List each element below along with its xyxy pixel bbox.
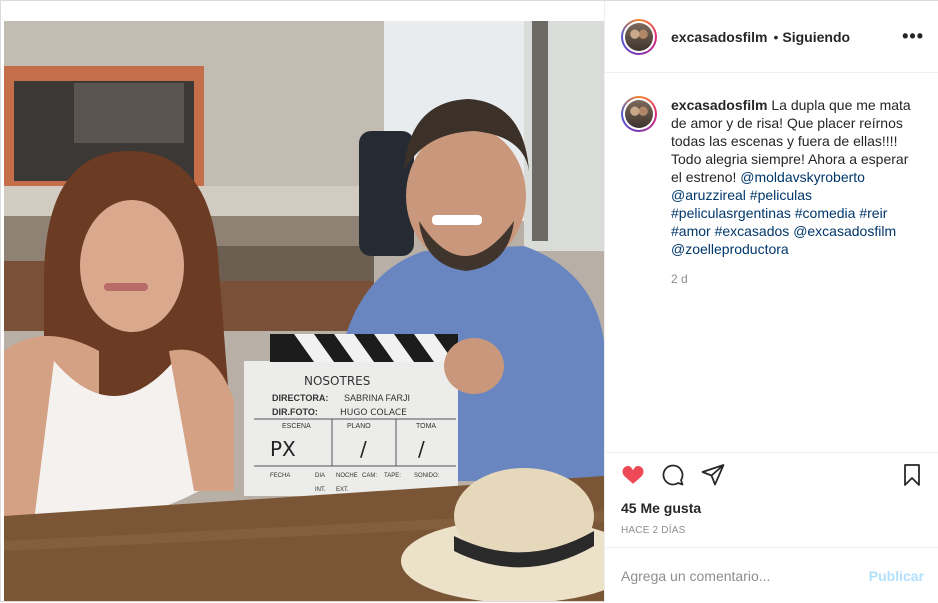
hashtag-comedia[interactable]: #comedia <box>795 205 856 221</box>
hashtag-excasados[interactable]: #excasados <box>715 223 790 239</box>
clapper-dia: DIA <box>315 473 325 479</box>
top-strip <box>1 1 605 21</box>
mention-aruzzireal[interactable]: @aruzzireal <box>671 187 746 203</box>
heart-icon[interactable] <box>621 463 645 487</box>
post-photo[interactable]: NOSOTRES DIRECTORA: SABRINA FARJI DIR.FO… <box>4 21 604 601</box>
posted-time[interactable]: HACE 2 DÍAS <box>621 525 685 536</box>
clapper-title: NOSOTRES <box>304 374 370 388</box>
follow-status-button[interactable]: Siguiendo <box>782 29 850 45</box>
clapper-escena-value: PX <box>270 437 296 461</box>
hashtag-reir[interactable]: #reir <box>859 205 887 221</box>
clapper-dp: HUGO COLACE <box>340 408 407 418</box>
clapper-director-label: DIRECTORA: <box>272 393 328 403</box>
more-options-icon[interactable]: ••• <box>902 27 924 45</box>
clapper-director: SABRINA FARJI <box>344 393 410 403</box>
share-icon[interactable] <box>701 463 725 487</box>
avatar-frame <box>623 20 655 53</box>
caption-age[interactable]: 2 d <box>671 272 924 286</box>
mention-excasadosfilm[interactable]: @excasadosfilm <box>793 223 896 239</box>
clapper-ext: EXT. <box>336 487 349 493</box>
caption-avatar-frame <box>623 98 655 130</box>
comment-icon[interactable] <box>661 463 685 487</box>
comments-area: excasadosfilm La dupla que me mata de am… <box>605 74 938 452</box>
clapper-dp-label: DIR.FOTO: <box>272 407 318 417</box>
clapper-int: INT. <box>315 487 326 493</box>
clapper-col-plano: PLANO <box>347 423 371 430</box>
caption-text: excasadosfilm La dupla que me mata de am… <box>671 96 917 258</box>
photo-illustration: NOSOTRES DIRECTORA: SABRINA FARJI DIR.FO… <box>4 21 604 601</box>
author-username[interactable]: excasadosfilm <box>671 29 768 45</box>
caption-username[interactable]: excasadosfilm <box>671 97 768 113</box>
clapper-tape: TAPE: <box>384 473 401 479</box>
caption-row: excasadosfilm La dupla que me mata de am… <box>621 96 924 258</box>
clapper-cam: CAM: <box>362 473 377 479</box>
post-side-panel: excasadosfilm • Siguiendo ••• excasadosf… <box>604 1 938 603</box>
author-avatar[interactable] <box>621 18 657 55</box>
clapper-fecha: FECHA <box>270 473 290 479</box>
caption-avatar-image <box>625 100 653 128</box>
clapper-col-toma: TOMA <box>416 423 436 430</box>
clapper-toma-value: / <box>418 437 425 461</box>
clapper-plano-value: / <box>360 437 367 461</box>
comment-input[interactable] <box>621 567 869 584</box>
clapperboard: NOSOTRES DIRECTORA: SABRINA FARJI DIR.FO… <box>244 334 458 496</box>
mention-moldavskyroberto[interactable]: @moldavskyroberto <box>740 169 865 185</box>
mention-zoelleproductora[interactable]: @zoelleproductora <box>671 241 789 257</box>
action-icons <box>621 463 725 487</box>
clapper-sonido: SONIDO: <box>414 473 440 479</box>
post-header: excasadosfilm • Siguiendo ••• <box>605 1 938 73</box>
likes-count[interactable]: 45 Me gusta <box>621 500 701 516</box>
post-actions: 45 Me gusta HACE 2 DÍAS Publicar <box>605 452 938 602</box>
post-modal: NOSOTRES DIRECTORA: SABRINA FARJI DIR.FO… <box>0 0 938 603</box>
clapper-col-escena: ESCENA <box>282 423 311 430</box>
avatar-image <box>625 22 653 51</box>
caption-avatar[interactable] <box>621 96 657 132</box>
hashtag-peliculasrgentinas[interactable]: #peliculasrgentinas <box>671 205 791 221</box>
clapper-noche: NOCHE <box>336 473 358 479</box>
bookmark-icon[interactable] <box>900 463 924 487</box>
publish-button[interactable]: Publicar <box>869 568 924 584</box>
hashtag-peliculas[interactable]: #peliculas <box>750 187 812 203</box>
hashtag-amor[interactable]: #amor <box>671 223 711 239</box>
comment-form: Publicar <box>605 547 938 603</box>
separator-dot: • <box>773 28 779 45</box>
